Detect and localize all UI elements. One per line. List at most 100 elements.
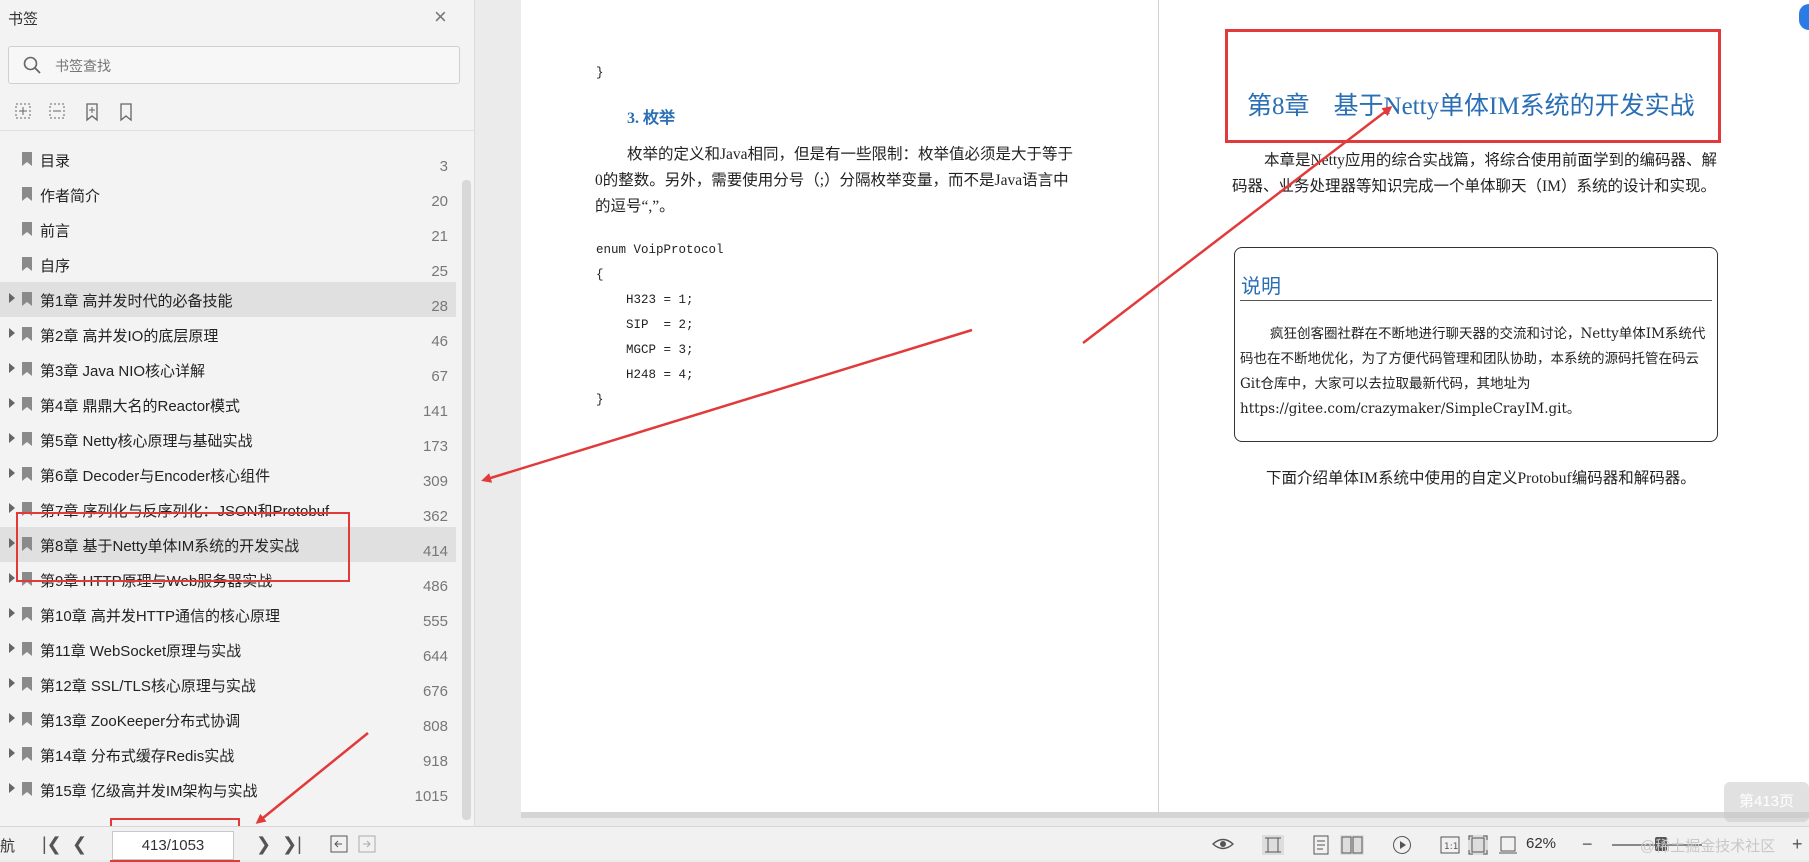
- bookmark-item[interactable]: 目录 3: [0, 142, 456, 177]
- bookmark-icon: [22, 607, 32, 621]
- bookmark-icon: [22, 677, 32, 691]
- bookmark-icon: [22, 292, 32, 306]
- zoom-in-icon[interactable]: +: [1792, 835, 1803, 853]
- bookmark-list: 目录 3 作者简介 20 前言 21 自序 25 第1章 高并发时代的必备技能 28 第2章 高并发…: [0, 142, 456, 807]
- floating-button[interactable]: [1799, 4, 1809, 30]
- collapse-all-icon[interactable]: [48, 102, 68, 122]
- expand-arrow-icon[interactable]: [9, 293, 15, 303]
- bookmark-icon: [22, 467, 32, 481]
- expand-arrow-icon[interactable]: [9, 503, 15, 513]
- fit-width-icon[interactable]: [1498, 835, 1518, 858]
- expand-arrow-icon[interactable]: [9, 713, 15, 723]
- note-title: 说明: [1241, 276, 1281, 298]
- expand-arrow-icon[interactable]: [9, 643, 15, 653]
- page-view-icon[interactable]: [1312, 835, 1330, 858]
- bookmark-item[interactable]: 第10章 高并发HTTP通信的核心原理 555: [0, 597, 456, 632]
- first-page-icon[interactable]: |❮: [42, 835, 62, 853]
- annotation-box-bookmark: [16, 512, 350, 582]
- bookmark-label: 第12章 SSL/TLS核心原理与实战: [40, 678, 256, 695]
- bookmark-icon: [22, 432, 32, 446]
- page-number-input[interactable]: [112, 831, 234, 860]
- bookmark-label: 前言: [40, 223, 71, 240]
- back-icon[interactable]: [330, 835, 348, 856]
- bookmark-item[interactable]: 第3章 Java NIO核心详解 67: [0, 352, 456, 387]
- bookmark-item[interactable]: 第5章 Netty核心原理与基础实战 173: [0, 422, 456, 457]
- expand-arrow-icon[interactable]: [9, 748, 15, 758]
- forward-icon[interactable]: [358, 835, 376, 856]
- single-page-icon[interactable]: [1262, 835, 1284, 858]
- bookmark-page-number: 28: [431, 298, 448, 315]
- bookmark-page-number: 25: [431, 263, 448, 280]
- code-line: H323 = 1;: [596, 293, 694, 307]
- bookmark-search[interactable]: [8, 46, 460, 84]
- actual-size-icon[interactable]: 1:1: [1440, 835, 1460, 858]
- bookmark-item[interactable]: 第4章 鼎鼎大名的Reactor模式 141: [0, 387, 456, 422]
- last-page-icon[interactable]: ❯|: [282, 835, 302, 853]
- add-bookmark-icon[interactable]: [82, 102, 102, 122]
- two-page-icon[interactable]: [1340, 835, 1364, 858]
- bookmark-label: 第13章 ZooKeeper分布式协调: [40, 713, 241, 730]
- play-icon[interactable]: [1392, 835, 1412, 858]
- annotation-box-chapter: [1225, 29, 1721, 143]
- bookmark-item[interactable]: 第11章 WebSocket原理与实战 644: [0, 632, 456, 667]
- bookmark-icon: [22, 187, 32, 201]
- zoom-level[interactable]: 62%: [1526, 835, 1556, 852]
- panel-title: 书签: [8, 11, 39, 28]
- expand-arrow-icon[interactable]: [9, 398, 15, 408]
- zoom-out-icon[interactable]: −: [1582, 835, 1593, 853]
- bookmark-page-number: 3: [439, 158, 448, 175]
- bookmark-page-number: 414: [422, 543, 448, 560]
- bookmark-item[interactable]: 作者简介 20: [0, 177, 456, 212]
- bookmark-page-number: 644: [422, 648, 448, 665]
- chapter-intro: 本章是Netty应用的综合实战篇，将综合使用前面学到的编码器、解码器、业务处理器…: [1232, 152, 1717, 195]
- divider: [0, 130, 474, 131]
- bookmark-item[interactable]: 第14章 分布式缓存Redis实战 918: [0, 737, 456, 772]
- bookmark-label: 第3章 Java NIO核心详解: [40, 363, 206, 380]
- expand-arrow-icon[interactable]: [9, 468, 15, 478]
- bookmark-label: 第15章 亿级高并发IM架构与实战: [40, 783, 258, 800]
- bookmark-item[interactable]: 第6章 Decoder与Encoder核心组件 309: [0, 457, 456, 492]
- bookmark-page-number: 362: [422, 508, 448, 525]
- bookmark-icon[interactable]: [116, 102, 136, 122]
- eye-icon[interactable]: [1211, 835, 1235, 856]
- bookmark-item[interactable]: 第12章 SSL/TLS核心原理与实战 676: [0, 667, 456, 702]
- bookmark-item[interactable]: 第2章 高并发IO的底层原理 46: [0, 317, 456, 352]
- code-line: enum VoipProtocol: [596, 243, 724, 257]
- bookmark-page-number: 1015: [414, 788, 448, 805]
- fit-page-icon[interactable]: [1468, 835, 1488, 858]
- code-line: MGCP = 3;: [596, 343, 694, 357]
- bookmark-label: 第10章 高并发HTTP通信的核心原理: [40, 608, 281, 625]
- expand-all-icon[interactable]: [14, 102, 34, 122]
- expand-arrow-icon[interactable]: [9, 433, 15, 443]
- bookmark-item[interactable]: 前言 21: [0, 212, 456, 247]
- expand-arrow-icon[interactable]: [9, 608, 15, 618]
- bookmark-icon: [22, 397, 32, 411]
- search-input[interactable]: [53, 53, 447, 79]
- expand-arrow-icon[interactable]: [9, 363, 15, 373]
- expand-arrow-icon[interactable]: [9, 573, 15, 583]
- prev-page-icon[interactable]: ❮: [72, 835, 87, 853]
- bookmark-label: 作者简介: [40, 188, 101, 205]
- search-icon: [23, 56, 41, 74]
- scrollbar[interactable]: [462, 180, 471, 820]
- bookmark-label: 第6章 Decoder与Encoder核心组件: [40, 468, 271, 485]
- section-heading: 3. 枚举: [627, 110, 676, 127]
- expand-arrow-icon[interactable]: [9, 678, 15, 688]
- expand-arrow-icon[interactable]: [9, 328, 15, 338]
- bookmark-item[interactable]: 第13章 ZooKeeper分布式协调 808: [0, 702, 456, 737]
- horizontal-scrollbar[interactable]: [521, 812, 1809, 818]
- bookmark-item[interactable]: 第1章 高并发时代的必备技能 28: [0, 282, 456, 317]
- bookmark-icon: [22, 747, 32, 761]
- bookmark-page-number: 309: [422, 473, 448, 490]
- code-line: H248 = 4;: [596, 368, 694, 382]
- next-page-icon[interactable]: ❯: [256, 835, 271, 853]
- expand-arrow-icon[interactable]: [9, 538, 15, 548]
- bookmark-item[interactable]: 第15章 亿级高并发IM架构与实战 1015: [0, 772, 456, 807]
- bookmark-page-number: 46: [431, 333, 448, 350]
- bookmark-icon: [22, 642, 32, 656]
- close-icon[interactable]: ×: [434, 6, 447, 28]
- bookmark-page-number: 555: [422, 613, 448, 630]
- bookmark-label: 自序: [40, 258, 71, 275]
- expand-arrow-icon[interactable]: [9, 783, 15, 793]
- bookmark-item[interactable]: 自序 25: [0, 247, 456, 282]
